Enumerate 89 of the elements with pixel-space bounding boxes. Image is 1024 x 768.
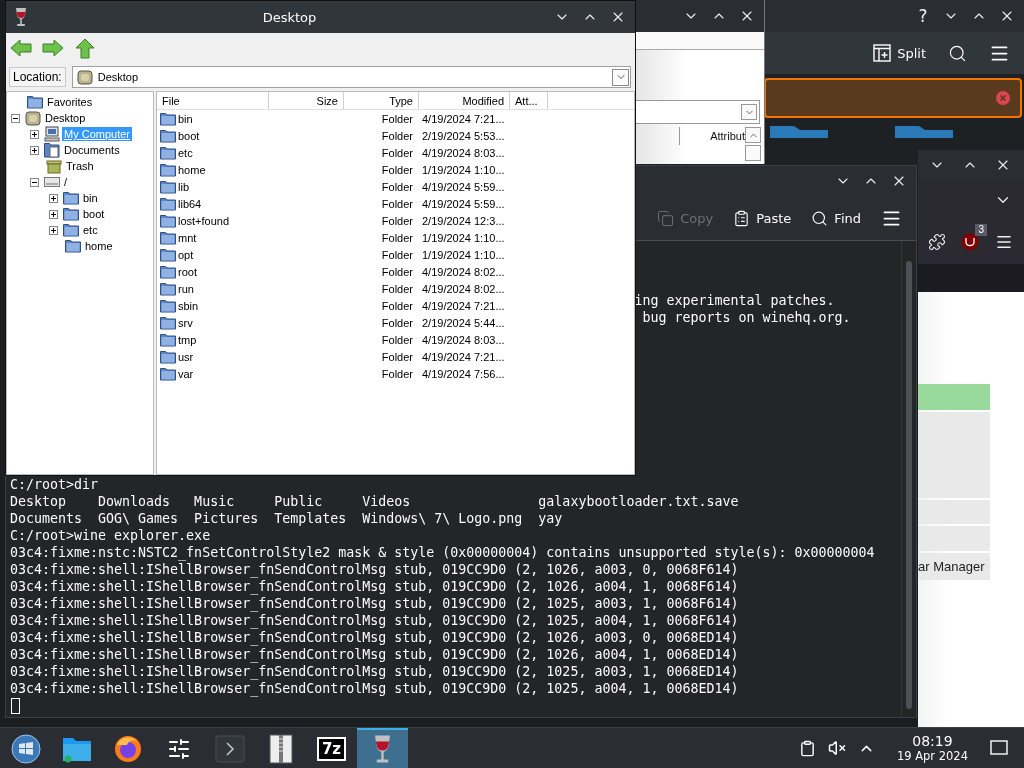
file-name-cell[interactable]: usr [157, 349, 269, 364]
table-cell-text: Folder [380, 231, 414, 244]
table-cell-text: 2/19/2024 5:53... [421, 129, 506, 142]
app-logo: 7z [316, 737, 347, 761]
table-cell-text: Folder [380, 282, 414, 295]
table-cell-text: Folder [380, 299, 414, 312]
terminal-line: ing experimental patches. [634, 292, 836, 309]
tree-item[interactable]: home [83, 239, 115, 253]
badge-count: 3 [975, 224, 987, 236]
tree-item[interactable]: boot [81, 207, 107, 221]
table-cell-text: 4/19/2024 8:03... [421, 146, 506, 159]
terminal-line: 03c4:fixme:shell:IShellBrowser_fnSendControlMsg stub, 019CC9D0 (2, 1025, a003, 1, 0068ED14) [10, 663, 740, 680]
column-header[interactable]: Type [344, 92, 419, 109]
table-cell-text: 4/19/2024 8:02... [421, 265, 506, 278]
terminal-line: bug reports on winehq.org. [642, 309, 852, 326]
table-cell-text: Folder [380, 197, 414, 210]
table-cell-text: 4/19/2024 8:02... [421, 282, 506, 295]
file-name-cell[interactable]: etc [157, 145, 269, 160]
table-cell-text: 4/19/2024 7:56... [421, 367, 506, 380]
tree-item[interactable]: Trash [64, 159, 96, 173]
table-cell-text: Folder [380, 112, 414, 125]
table-cell-text: 1/19/2024 1:10... [421, 248, 506, 261]
table-cell-text: 4/19/2024 7:21... [421, 350, 506, 363]
file-name-cell[interactable]: var [157, 366, 269, 381]
table-cell-text: Folder [380, 146, 414, 159]
paste-button[interactable]: Paste [729, 205, 796, 231]
terminal-line: 03c4:fixme:nstc:NSTC2_fnSetControlStyle2 mask & style (0x00000004) contains unsupported style(s): 0x00000004 [10, 544, 876, 561]
column-header[interactable]: File [157, 92, 269, 109]
table-cell-text: Folder [380, 316, 414, 329]
table-cell-text: Folder [380, 129, 414, 142]
table-cell-text: 4/19/2024 8:03... [421, 333, 506, 346]
table-cell-text: 2/19/2024 5:44... [421, 316, 506, 329]
table-cell-text: 4/19/2024 5:59... [421, 180, 506, 193]
table-cell-text: Folder [380, 333, 414, 346]
terminal-line: 03c4:fixme:shell:IShellBrowser_fnSendControlMsg stub, 019CC9D0 (2, 1026, a003, 0, 0068ED14) [10, 629, 740, 646]
terminal-line: 03c4:fixme:shell:IShellBrowser_fnSendControlMsg stub, 019CC9D0 (2, 1026, a004, 1, 0068F614) [10, 578, 740, 595]
table-cell-text: Folder [380, 180, 414, 193]
table-cell-text: Folder [380, 265, 414, 278]
file-name-cell[interactable]: lib64 [157, 196, 269, 211]
find-button[interactable]: Find [807, 205, 865, 231]
file-name-cell[interactable]: bin [157, 111, 269, 126]
table-cell-text: 4/19/2024 5:59... [421, 197, 506, 210]
help-button[interactable]: ? [912, 5, 934, 27]
file-name-cell[interactable]: home [157, 162, 269, 177]
tree-item[interactable]: Desktop [43, 111, 88, 125]
terminal-line: 03c4:fixme:shell:IShellBrowser_fnSendControlMsg stub, 019CC9D0 (2, 1025, a004, 1, 0068F614) [10, 612, 740, 629]
tree-item[interactable]: / [62, 175, 70, 189]
terminal-line: C:/root>dir [10, 476, 100, 493]
column-header[interactable]: Size [269, 92, 344, 109]
tree-item[interactable]: bin [81, 191, 100, 205]
column-header[interactable]: Modified [419, 92, 510, 109]
file-name-cell[interactable]: lib [157, 179, 269, 194]
file-name-cell[interactable]: mnt [157, 230, 269, 245]
file-name-cell[interactable]: tmp [157, 332, 269, 347]
split-button[interactable]: Split [869, 40, 930, 66]
table-cell-text: Folder [380, 350, 414, 363]
file-name-cell[interactable]: run [157, 281, 269, 296]
location-label: Location: [9, 67, 66, 87]
file-name-cell[interactable]: srv [157, 315, 269, 330]
table-cell: ar Manager [918, 553, 990, 580]
terminal-line: Documents GOG\ Games Pictures Templates Windows\ 7\ Logo.png yay [10, 510, 564, 527]
tree-item[interactable]: Documents [62, 143, 122, 157]
taskbar-app-button[interactable]: 7z [306, 728, 357, 768]
file-name-cell[interactable]: opt [157, 247, 269, 262]
table-cell-text: 4/19/2024 7:21... [421, 299, 506, 312]
table-cell-text: 1/19/2024 1:10... [421, 231, 506, 244]
file-name-cell[interactable]: boot [157, 128, 269, 143]
terminal-line: 03c4:fixme:shell:IShellBrowser_fnSendControlMsg stub, 019CC9D0 (2, 1025, a003, 1, 0068F614) [10, 595, 740, 612]
table-cell-text: Folder [380, 163, 414, 176]
file-name-cell[interactable]: root [157, 264, 269, 279]
table-cell-text: 1/19/2024 1:10... [421, 163, 506, 176]
table-cell-text: 2/19/2024 12:3... [421, 214, 506, 227]
tree-item[interactable]: Favorites [45, 95, 95, 109]
table-cell-text: Folder [380, 367, 414, 380]
clock[interactable]: 08:19 19 Apr 2024 [896, 733, 968, 763]
terminal-line: 03c4:fixme:shell:IShellBrowser_fnSendControlMsg stub, 019CC9D0 (2, 1026, a003, 0, 0068F614) [10, 561, 740, 578]
window-title: Desktop [261, 9, 318, 25]
table-cell-text: 4/19/2024 7:21... [421, 112, 506, 125]
tree-item[interactable]: etc [81, 223, 100, 237]
terminal-line: 03c4:fixme:shell:IShellBrowser_fnSendControlMsg stub, 019CC9D0 (2, 1026, a004, 1, 0068ED14) [10, 646, 740, 663]
table-cell-text: Folder [380, 214, 414, 227]
terminal-line: 03c4:fixme:shell:IShellBrowser_fnSendControlMsg stub, 019CC9D0 (2, 1025, a004, 1, 0068ED14) [10, 680, 740, 697]
terminal-line: Desktop Downloads Music Public Videos galaxybootloader.txt.save [10, 493, 740, 510]
file-name-cell[interactable]: lost+found [157, 213, 269, 228]
location-field[interactable]: Desktop [71, 66, 631, 88]
file-name-cell[interactable]: sbin [157, 298, 269, 313]
table-cell-text: Folder [380, 248, 414, 261]
terminal-line: C:/root>wine explorer.exe [10, 527, 212, 544]
column-header[interactable]: Att... [510, 92, 548, 109]
